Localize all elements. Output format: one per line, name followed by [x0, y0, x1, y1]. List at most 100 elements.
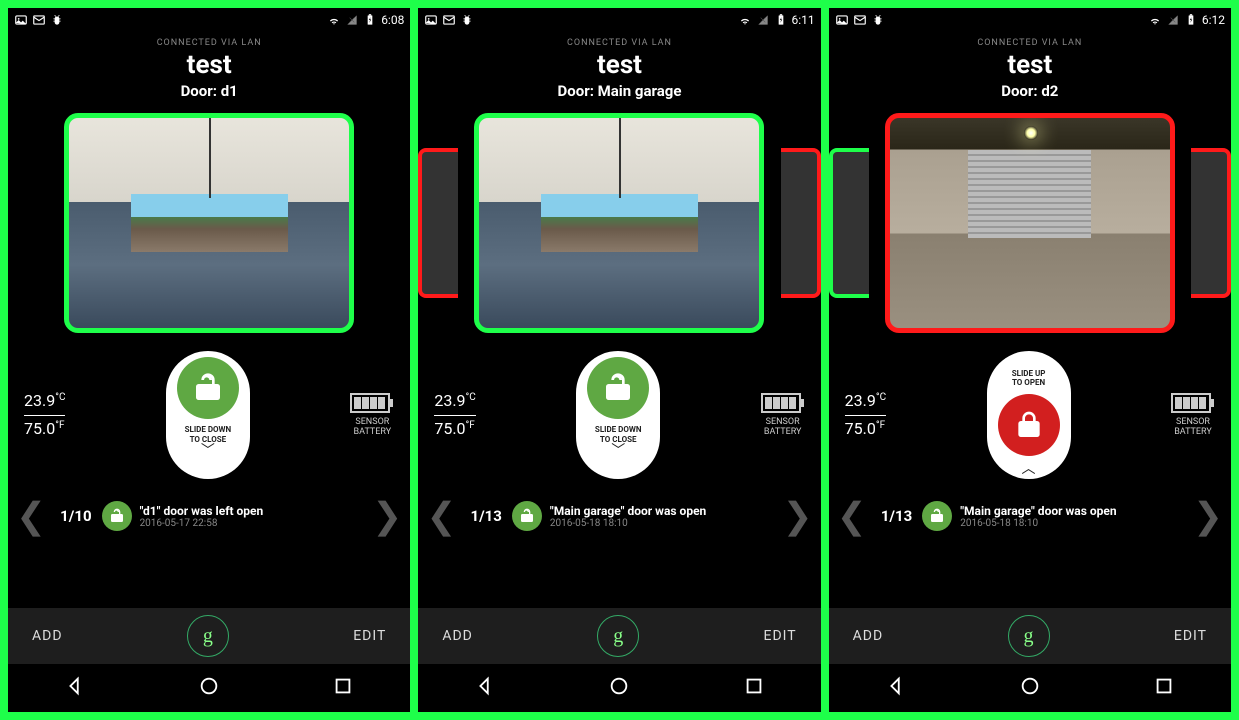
- camera-view[interactable]: [64, 113, 354, 333]
- mail-icon: [32, 13, 46, 27]
- app-logo-button[interactable]: g: [597, 615, 639, 657]
- camera-wrapper: [8, 108, 410, 338]
- event-counter: 1/10: [60, 507, 91, 525]
- camera-view[interactable]: [474, 113, 764, 333]
- bottom-bar: ADD g EDIT: [829, 608, 1231, 664]
- edit-button[interactable]: EDIT: [1174, 628, 1207, 644]
- device-title: test: [418, 50, 820, 80]
- event-date: 2016-05-17 22:58: [140, 518, 369, 529]
- wifi-icon: [1148, 13, 1162, 27]
- lock-knob: [998, 394, 1060, 456]
- status-time: 6:08: [381, 13, 404, 27]
- recent-button[interactable]: [332, 675, 354, 701]
- camera-wrapper: [829, 108, 1231, 338]
- temperature-readout: 23.9°C 75.0°F: [845, 391, 886, 440]
- image-icon: [424, 13, 438, 27]
- slider-label: SLIDE DOWNTO CLOSE: [181, 425, 236, 444]
- debug-icon: [50, 13, 64, 27]
- event-row: ❮ 1/13 "Main garage" door was open 2016-…: [418, 492, 820, 540]
- connection-status: CONNECTED VIA LAN: [418, 38, 820, 48]
- mail-icon: [853, 13, 867, 27]
- device-title: test: [829, 50, 1231, 80]
- phone-screen: 6:08 CONNECTED VIA LAN test Door: d1 23.…: [8, 8, 410, 712]
- add-button[interactable]: ADD: [853, 628, 884, 644]
- door-slider[interactable]: SLIDE DOWNTO CLOSE ﹀: [166, 351, 250, 479]
- android-navbar: [8, 664, 410, 712]
- wifi-icon: [327, 13, 341, 27]
- battery-icon: [761, 393, 805, 413]
- home-button[interactable]: [1019, 675, 1041, 701]
- event-title: "d1" door was left open: [140, 504, 369, 518]
- recent-button[interactable]: [1153, 675, 1175, 701]
- status-bar: 6:12: [829, 8, 1231, 32]
- event-counter: 1/13: [881, 507, 912, 525]
- door-label: Door: Main garage: [418, 82, 820, 100]
- image-icon: [14, 13, 28, 27]
- next-event-button[interactable]: ❯: [778, 495, 816, 537]
- event-counter: 1/13: [471, 507, 502, 525]
- door-slider[interactable]: ︿ SLIDE UPTO OPEN: [987, 351, 1071, 479]
- next-event-button[interactable]: ❯: [368, 495, 406, 537]
- next-event-button[interactable]: ❯: [1189, 495, 1227, 537]
- connection-status: CONNECTED VIA LAN: [829, 38, 1231, 48]
- app-logo-button[interactable]: g: [187, 615, 229, 657]
- temperature-readout: 23.9°C 75.0°F: [24, 391, 65, 440]
- event-title: "Main garage" door was open: [960, 504, 1189, 518]
- event-badge-icon: [102, 501, 132, 531]
- sim-icon: [345, 13, 359, 27]
- home-button[interactable]: [198, 675, 220, 701]
- battery-icon: [774, 13, 788, 27]
- slider-label: SLIDE UPTO OPEN: [1008, 369, 1050, 388]
- add-button[interactable]: ADD: [32, 628, 63, 644]
- app-logo-button[interactable]: g: [1008, 615, 1050, 657]
- battery-status: SENSORBATTERY: [761, 393, 805, 437]
- door-label: Door: d2: [829, 82, 1231, 100]
- event-badge-icon: [512, 501, 542, 531]
- prev-event-button[interactable]: ❮: [12, 495, 50, 537]
- battery-icon: [363, 13, 377, 27]
- back-button[interactable]: [64, 675, 86, 701]
- chevron-down-icon: ﹀: [611, 446, 625, 457]
- camera-wrapper: [418, 108, 820, 338]
- chevron-down-icon: ﹀: [201, 446, 215, 457]
- edit-button[interactable]: EDIT: [764, 628, 797, 644]
- status-time: 6:12: [1202, 13, 1225, 27]
- wifi-icon: [738, 13, 752, 27]
- add-button[interactable]: ADD: [442, 628, 473, 644]
- debug-icon: [460, 13, 474, 27]
- image-icon: [835, 13, 849, 27]
- battery-status: SENSORBATTERY: [1171, 393, 1215, 437]
- mail-icon: [442, 13, 456, 27]
- home-button[interactable]: [608, 675, 630, 701]
- chevron-up-icon: ︿: [1022, 464, 1036, 475]
- bottom-bar: ADD g EDIT: [418, 608, 820, 664]
- battery-icon: [1184, 13, 1198, 27]
- lock-knob: [177, 357, 239, 419]
- status-bar: 6:11: [418, 8, 820, 32]
- door-label: Door: d1: [8, 82, 410, 100]
- prev-event-button[interactable]: ❮: [833, 495, 871, 537]
- phone-screen: 6:12 CONNECTED VIA LAN test Door: d2 23.…: [829, 8, 1231, 712]
- bottom-bar: ADD g EDIT: [8, 608, 410, 664]
- lock-knob: [587, 357, 649, 419]
- edit-button[interactable]: EDIT: [353, 628, 386, 644]
- prev-event-button[interactable]: ❮: [422, 495, 460, 537]
- camera-view[interactable]: [885, 113, 1175, 333]
- battery-icon: [1171, 393, 1215, 413]
- android-navbar: [418, 664, 820, 712]
- event-row: ❮ 1/10 "d1" door was left open 2016-05-1…: [8, 492, 410, 540]
- device-title: test: [8, 50, 410, 80]
- event-date: 2016-05-18 18:10: [960, 518, 1189, 529]
- door-slider[interactable]: SLIDE DOWNTO CLOSE ﹀: [576, 351, 660, 479]
- event-badge-icon: [922, 501, 952, 531]
- event-date: 2016-05-18 18:10: [550, 518, 779, 529]
- recent-button[interactable]: [743, 675, 765, 701]
- back-button[interactable]: [474, 675, 496, 701]
- connection-status: CONNECTED VIA LAN: [8, 38, 410, 48]
- back-button[interactable]: [885, 675, 907, 701]
- event-title: "Main garage" door was open: [550, 504, 779, 518]
- event-row: ❮ 1/13 "Main garage" door was open 2016-…: [829, 492, 1231, 540]
- android-navbar: [829, 664, 1231, 712]
- phone-screen: 6:11 CONNECTED VIA LAN test Door: Main g…: [418, 8, 820, 712]
- sim-icon: [756, 13, 770, 27]
